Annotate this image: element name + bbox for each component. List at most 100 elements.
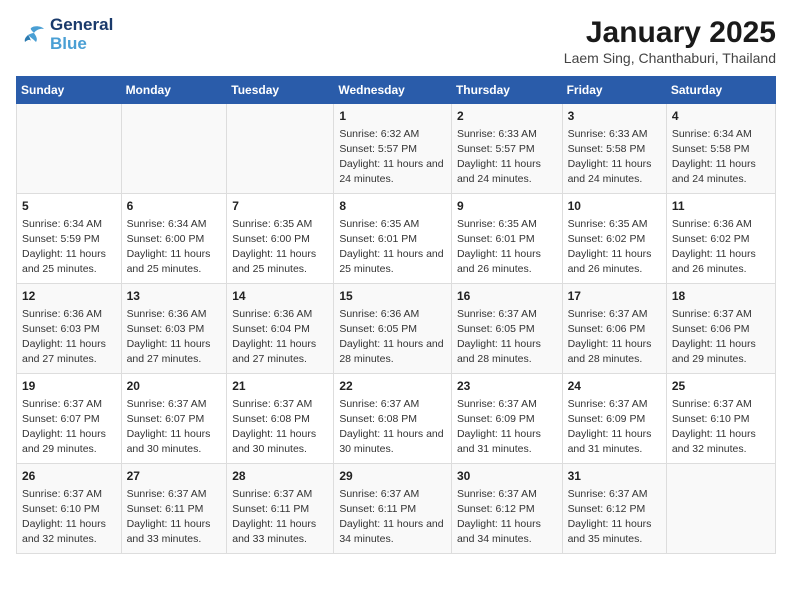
calendar-cell: 28 Sunrise: 6:37 AMSunset: 6:11 PMDayligh… bbox=[227, 464, 334, 554]
day-number: 5 bbox=[22, 198, 116, 215]
cell-content: Sunrise: 6:37 AMSunset: 6:06 PMDaylight:… bbox=[568, 307, 661, 368]
calendar-cell: 29 Sunrise: 6:37 AMSunset: 6:11 PMDayligh… bbox=[334, 464, 452, 554]
day-number: 21 bbox=[232, 378, 328, 395]
calendar-cell: 27 Sunrise: 6:37 AMSunset: 6:11 PMDayligh… bbox=[121, 464, 227, 554]
day-number: 23 bbox=[457, 378, 557, 395]
logo-general: General bbox=[50, 16, 113, 35]
calendar-cell: 12 Sunrise: 6:36 AMSunset: 6:03 PMDayligh… bbox=[17, 284, 122, 374]
week-row-5: 26 Sunrise: 6:37 AMSunset: 6:10 PMDayligh… bbox=[17, 464, 776, 554]
cell-content: Sunrise: 6:37 AMSunset: 6:08 PMDaylight:… bbox=[339, 397, 446, 458]
day-number: 20 bbox=[127, 378, 222, 395]
calendar-cell: 15Sunrise: 6:36 AMSunset: 6:05 PMDayligh… bbox=[334, 284, 452, 374]
calendar-cell: 4Sunrise: 6:34 AMSunset: 5:58 PMDaylight… bbox=[666, 104, 775, 194]
calendar-cell: 21 Sunrise: 6:37 AMSunset: 6:08 PMDayligh… bbox=[227, 374, 334, 464]
day-number: 27 bbox=[127, 468, 222, 485]
weekday-header-row: SundayMondayTuesdayWednesdayThursdayFrid… bbox=[17, 77, 776, 104]
calendar-cell bbox=[227, 104, 334, 194]
calendar-cell bbox=[121, 104, 227, 194]
calendar-cell: 10Sunrise: 6:35 AMSunset: 6:02 PMDayligh… bbox=[562, 194, 666, 284]
title-block: January 2025 Laem Sing, Chanthaburi, Tha… bbox=[564, 16, 776, 66]
cell-content: Sunrise: 6:37 AMSunset: 6:07 PMDaylight:… bbox=[127, 397, 222, 458]
cell-content: Sunrise: 6:37 AMSunset: 6:11 PMDaylight:… bbox=[232, 487, 328, 548]
week-row-3: 12 Sunrise: 6:36 AMSunset: 6:03 PMDayligh… bbox=[17, 284, 776, 374]
calendar-cell: 1 Sunrise: 6:32 AMSunset: 5:57 PMDaylight… bbox=[334, 104, 452, 194]
cell-content: Sunrise: 6:37 AMSunset: 6:11 PMDaylight:… bbox=[127, 487, 222, 548]
calendar-cell: 9 Sunrise: 6:35 AMSunset: 6:01 PMDaylight… bbox=[451, 194, 562, 284]
weekday-header-wednesday: Wednesday bbox=[334, 77, 452, 104]
calendar-cell: 16 Sunrise: 6:37 AMSunset: 6:05 PMDayligh… bbox=[451, 284, 562, 374]
calendar-cell: 7 Sunrise: 6:35 AMSunset: 6:00 PMDaylight… bbox=[227, 194, 334, 284]
day-number: 2 bbox=[457, 108, 557, 125]
sub-title: Laem Sing, Chanthaburi, Thailand bbox=[564, 50, 776, 66]
logo-icon bbox=[16, 24, 46, 46]
day-number: 25 bbox=[672, 378, 770, 395]
cell-content: Sunrise: 6:37 AMSunset: 6:10 PMDaylight:… bbox=[22, 487, 116, 548]
cell-content: Sunrise: 6:34 AMSunset: 5:59 PMDaylight:… bbox=[22, 217, 116, 278]
calendar-cell: 3 Sunrise: 6:33 AMSunset: 5:58 PMDaylight… bbox=[562, 104, 666, 194]
calendar-cell bbox=[666, 464, 775, 554]
cell-content: Sunrise: 6:32 AMSunset: 5:57 PMDaylight:… bbox=[339, 127, 446, 188]
day-number: 8 bbox=[339, 198, 446, 215]
cell-content: Sunrise: 6:36 AMSunset: 6:03 PMDaylight:… bbox=[127, 307, 222, 368]
day-number: 31 bbox=[568, 468, 661, 485]
cell-content: Sunrise: 6:37 AMSunset: 6:09 PMDaylight:… bbox=[457, 397, 557, 458]
day-number: 19 bbox=[22, 378, 116, 395]
day-number: 18 bbox=[672, 288, 770, 305]
calendar-cell: 19 Sunrise: 6:37 AMSunset: 6:07 PMDayligh… bbox=[17, 374, 122, 464]
calendar-cell: 18 Sunrise: 6:37 AMSunset: 6:06 PMDayligh… bbox=[666, 284, 775, 374]
calendar-table: SundayMondayTuesdayWednesdayThursdayFrid… bbox=[16, 76, 776, 554]
weekday-header-thursday: Thursday bbox=[451, 77, 562, 104]
cell-content: Sunrise: 6:37 AMSunset: 6:07 PMDaylight:… bbox=[22, 397, 116, 458]
calendar-cell: 14Sunrise: 6:36 AMSunset: 6:04 PMDayligh… bbox=[227, 284, 334, 374]
logo-blue: Blue bbox=[50, 35, 113, 54]
cell-content: Sunrise: 6:37 AMSunset: 6:12 PMDaylight:… bbox=[568, 487, 661, 548]
logo: General Blue bbox=[16, 16, 113, 53]
calendar-cell: 17Sunrise: 6:37 AMSunset: 6:06 PMDayligh… bbox=[562, 284, 666, 374]
day-number: 3 bbox=[568, 108, 661, 125]
day-number: 1 bbox=[339, 108, 446, 125]
day-number: 9 bbox=[457, 198, 557, 215]
day-number: 26 bbox=[22, 468, 116, 485]
day-number: 29 bbox=[339, 468, 446, 485]
weekday-header-monday: Monday bbox=[121, 77, 227, 104]
cell-content: Sunrise: 6:33 AMSunset: 5:58 PMDaylight:… bbox=[568, 127, 661, 188]
calendar-cell: 13 Sunrise: 6:36 AMSunset: 6:03 PMDayligh… bbox=[121, 284, 227, 374]
day-number: 7 bbox=[232, 198, 328, 215]
cell-content: Sunrise: 6:36 AMSunset: 6:02 PMDaylight:… bbox=[672, 217, 770, 278]
cell-content: Sunrise: 6:35 AMSunset: 6:00 PMDaylight:… bbox=[232, 217, 328, 278]
day-number: 6 bbox=[127, 198, 222, 215]
calendar-cell: 22 Sunrise: 6:37 AMSunset: 6:08 PMDayligh… bbox=[334, 374, 452, 464]
cell-content: Sunrise: 6:35 AMSunset: 6:01 PMDaylight:… bbox=[457, 217, 557, 278]
day-number: 24 bbox=[568, 378, 661, 395]
day-number: 10 bbox=[568, 198, 661, 215]
calendar-cell: 11Sunrise: 6:36 AMSunset: 6:02 PMDayligh… bbox=[666, 194, 775, 284]
day-number: 22 bbox=[339, 378, 446, 395]
calendar-cell: 26 Sunrise: 6:37 AMSunset: 6:10 PMDayligh… bbox=[17, 464, 122, 554]
day-number: 4 bbox=[672, 108, 770, 125]
weekday-header-friday: Friday bbox=[562, 77, 666, 104]
weekday-header-tuesday: Tuesday bbox=[227, 77, 334, 104]
cell-content: Sunrise: 6:36 AMSunset: 6:03 PMDaylight:… bbox=[22, 307, 116, 368]
calendar-cell: 6Sunrise: 6:34 AMSunset: 6:00 PMDaylight… bbox=[121, 194, 227, 284]
cell-content: Sunrise: 6:37 AMSunset: 6:05 PMDaylight:… bbox=[457, 307, 557, 368]
day-number: 16 bbox=[457, 288, 557, 305]
cell-content: Sunrise: 6:37 AMSunset: 6:08 PMDaylight:… bbox=[232, 397, 328, 458]
calendar-cell: 8 Sunrise: 6:35 AMSunset: 6:01 PMDaylight… bbox=[334, 194, 452, 284]
day-number: 12 bbox=[22, 288, 116, 305]
calendar-cell: 30Sunrise: 6:37 AMSunset: 6:12 PMDayligh… bbox=[451, 464, 562, 554]
cell-content: Sunrise: 6:36 AMSunset: 6:04 PMDaylight:… bbox=[232, 307, 328, 368]
day-number: 28 bbox=[232, 468, 328, 485]
cell-content: Sunrise: 6:37 AMSunset: 6:11 PMDaylight:… bbox=[339, 487, 446, 548]
cell-content: Sunrise: 6:36 AMSunset: 6:05 PMDaylight:… bbox=[339, 307, 446, 368]
weekday-header-saturday: Saturday bbox=[666, 77, 775, 104]
cell-content: Sunrise: 6:37 AMSunset: 6:06 PMDaylight:… bbox=[672, 307, 770, 368]
cell-content: Sunrise: 6:37 AMSunset: 6:09 PMDaylight:… bbox=[568, 397, 661, 458]
calendar-cell: 20 Sunrise: 6:37 AMSunset: 6:07 PMDayligh… bbox=[121, 374, 227, 464]
page-header: General Blue January 2025 Laem Sing, Cha… bbox=[16, 16, 776, 66]
day-number: 13 bbox=[127, 288, 222, 305]
cell-content: Sunrise: 6:37 AMSunset: 6:12 PMDaylight:… bbox=[457, 487, 557, 548]
calendar-cell: 25Sunrise: 6:37 AMSunset: 6:10 PMDayligh… bbox=[666, 374, 775, 464]
cell-content: Sunrise: 6:35 AMSunset: 6:01 PMDaylight:… bbox=[339, 217, 446, 278]
calendar-cell: 23 Sunrise: 6:37 AMSunset: 6:09 PMDayligh… bbox=[451, 374, 562, 464]
cell-content: Sunrise: 6:33 AMSunset: 5:57 PMDaylight:… bbox=[457, 127, 557, 188]
